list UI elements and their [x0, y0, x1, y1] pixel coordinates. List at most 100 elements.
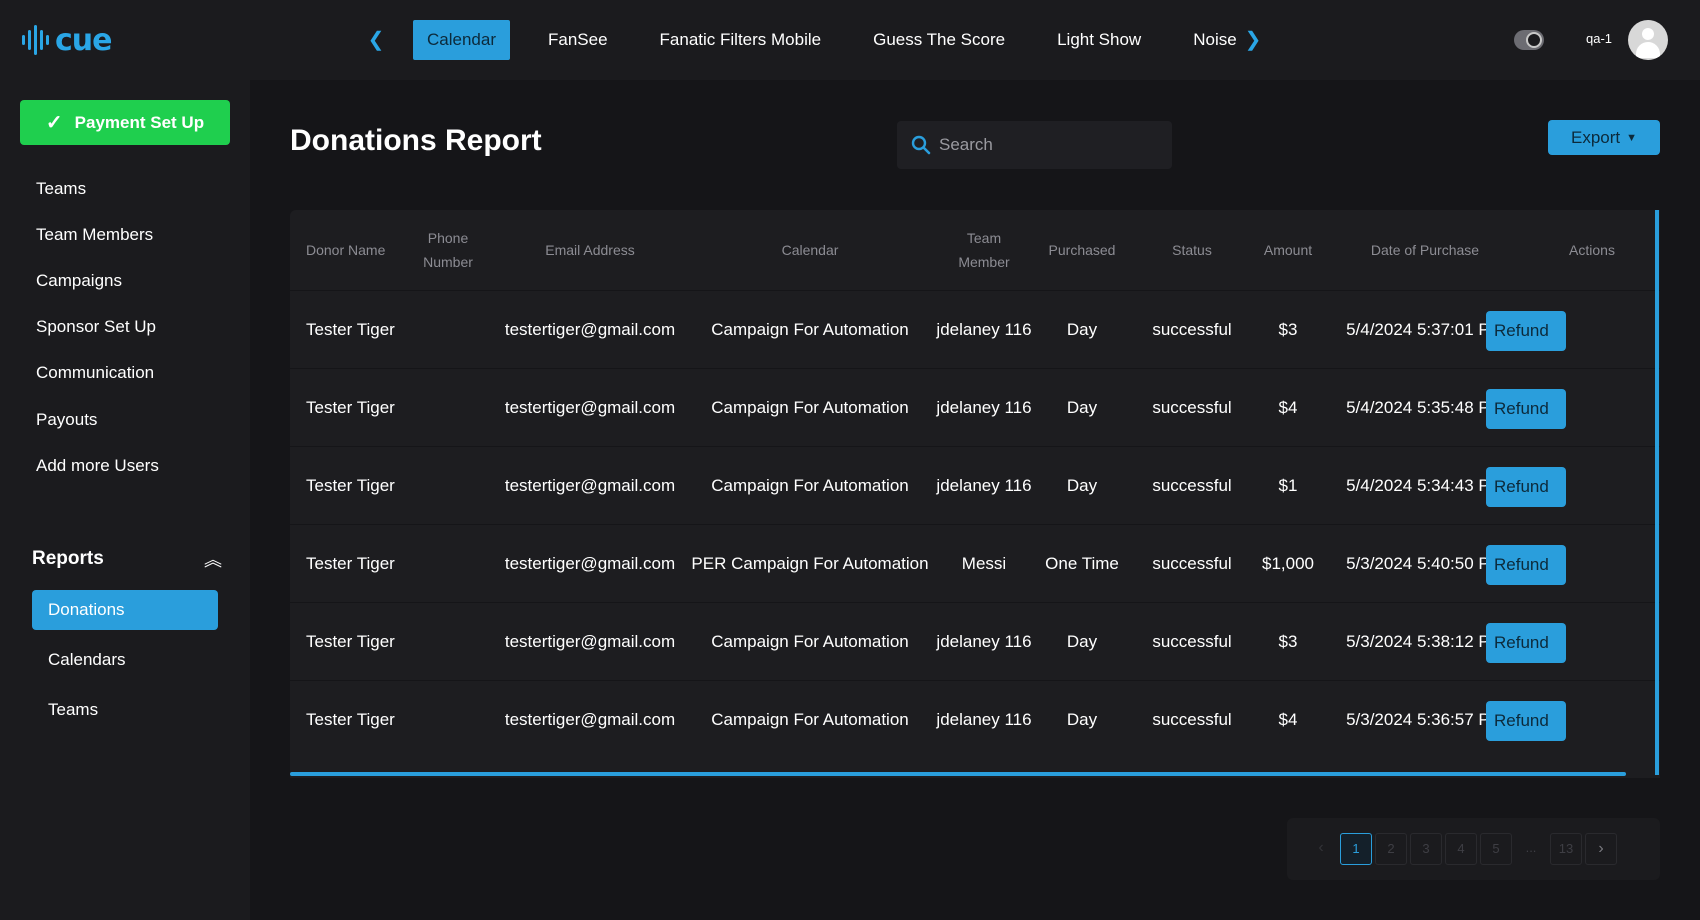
cell-calendar: Campaign For Automation — [711, 710, 909, 729]
cell-status: successful — [1152, 710, 1232, 729]
chevron-up-icon: ︽ — [204, 550, 222, 570]
page-button[interactable]: 3 — [1410, 833, 1442, 865]
refund-button[interactable]: Refund — [1486, 311, 1566, 351]
cell-calendar: Campaign For Automation — [711, 476, 909, 495]
vertical-scrollbar[interactable] — [1655, 210, 1659, 775]
cell-email-address: testertiger@gmail.com — [504, 320, 676, 339]
logo-icon — [22, 25, 49, 55]
cell-purchased: Day — [1066, 710, 1098, 729]
cell-email-address: testertiger@gmail.com — [504, 632, 676, 651]
sidebar-item-team-members[interactable]: Team Members — [36, 225, 153, 245]
cell-phone-number — [408, 525, 488, 603]
sidebar-item-donations[interactable]: Donations — [32, 590, 218, 630]
page-button[interactable]: 1 — [1340, 833, 1372, 865]
payment-set-up-button[interactable]: ✓ Payment Set Up — [20, 100, 230, 145]
tab-guess-the-score[interactable]: Guess The Score — [859, 20, 1019, 60]
sidebar-item-calendars[interactable]: Calendars — [32, 640, 218, 680]
sidebar-item-campaigns[interactable]: Campaigns — [36, 271, 122, 291]
cell-phone-number — [408, 447, 488, 525]
payment-set-up-label: Payment Set Up — [74, 112, 205, 132]
tab-fansee[interactable]: FanSee — [534, 20, 622, 60]
sidebar-item-communication[interactable]: Communication — [36, 363, 154, 383]
app-tabs: Calendar FanSee Fanatic Filters Mobile G… — [413, 20, 1240, 60]
tab-noise[interactable]: Noise — [1179, 20, 1240, 60]
tab-fanatic-filters-mobile[interactable]: Fanatic Filters Mobile — [646, 20, 836, 60]
sidebar-item-teams[interactable]: Teams — [36, 179, 86, 199]
export-label: Export — [1570, 127, 1621, 147]
cell-purchased: Day — [1066, 398, 1098, 417]
table-row: Tester Tiger testertiger@gmail.com PER Cam… — [290, 524, 1660, 602]
cell-calendar: PER Campaign For Automation — [691, 554, 929, 573]
search-box — [897, 121, 1172, 169]
top-bar: cue ❮ Calendar FanSee Fanatic Filters Mo… — [0, 0, 1700, 80]
header-purchased: Purchased — [1048, 242, 1116, 258]
tab-calendar[interactable]: Calendar — [413, 20, 510, 60]
cell-status: successful — [1152, 320, 1232, 339]
refund-button[interactable]: Refund — [1486, 389, 1566, 429]
reports-label: Reports — [32, 548, 104, 569]
tabs-next-chevron-icon[interactable]: ❯ — [1241, 26, 1265, 54]
cell-email-address: testertiger@gmail.com — [504, 476, 676, 495]
table-row: Tester Tiger testertiger@gmail.com Campaig… — [290, 368, 1660, 446]
refund-button[interactable]: Refund — [1486, 467, 1566, 507]
header-phone-number: Phone Number — [423, 230, 473, 270]
reports-section-toggle[interactable]: Reports ︽ — [32, 548, 222, 570]
cell-status: successful — [1152, 476, 1232, 495]
cell-calendar: Campaign For Automation — [711, 398, 909, 417]
sidebar-item-payouts[interactable]: Payouts — [36, 410, 97, 430]
user-name: qa-1 — [1586, 31, 1613, 46]
logo-text: cue — [55, 22, 112, 58]
cue-logo[interactable]: cue — [22, 20, 112, 60]
cell-email-address: testertiger@gmail.com — [504, 554, 676, 573]
page-prev-chevron-icon[interactable]: ‹ — [1305, 833, 1337, 865]
header-email-address: Email Address — [545, 242, 635, 258]
refund-button[interactable]: Refund — [1486, 623, 1566, 663]
page-button[interactable]: 13 — [1550, 833, 1582, 865]
tab-light-show[interactable]: Light Show — [1043, 20, 1155, 60]
avatar[interactable] — [1628, 20, 1668, 60]
cell-calendar: Campaign For Automation — [711, 320, 909, 339]
header-date-of-purchase: Date of Purchase — [1370, 242, 1480, 258]
cell-purchased: Day — [1066, 476, 1098, 495]
refund-button[interactable]: Refund — [1486, 701, 1566, 741]
cell-calendar: Campaign For Automation — [711, 632, 909, 651]
sidebar: ✓ Payment Set Up Teams Team Members Camp… — [0, 80, 250, 920]
header-amount: Amount — [1263, 242, 1313, 258]
moon-icon — [1526, 32, 1542, 48]
check-icon: ✓ — [45, 112, 63, 134]
search-icon — [911, 135, 931, 155]
caret-down-icon: ▼ — [1626, 131, 1638, 144]
cell-purchased: Day — [1066, 632, 1098, 651]
cell-status: successful — [1152, 632, 1232, 651]
page-ellipsis: ... — [1525, 840, 1537, 855]
horizontal-scrollbar[interactable] — [290, 772, 1626, 776]
tabs-prev-chevron-icon[interactable]: ❮ — [364, 26, 388, 54]
theme-toggle[interactable] — [1514, 30, 1544, 50]
cell-status: successful — [1152, 554, 1232, 573]
cell-phone-number — [408, 681, 488, 759]
export-button[interactable]: Export ▼ — [1548, 120, 1660, 155]
sidebar-item-reports-teams[interactable]: Teams — [32, 690, 218, 730]
sidebar-item-sponsor-set-up[interactable]: Sponsor Set Up — [36, 317, 156, 337]
table-row: Tester Tiger testertiger@gmail.com Campaig… — [290, 680, 1660, 758]
search-input[interactable] — [939, 121, 1164, 169]
sidebar-item-add-more-users[interactable]: Add more Users — [36, 456, 159, 476]
refund-button[interactable]: Refund — [1486, 545, 1566, 585]
page-button[interactable]: 4 — [1445, 833, 1477, 865]
page-button[interactable]: 2 — [1375, 833, 1407, 865]
cell-purchased: One Time — [1045, 554, 1119, 573]
header-calendar: Calendar — [781, 242, 839, 258]
page-next-chevron-icon[interactable]: › — [1585, 833, 1617, 865]
page-title: Donations Report — [290, 124, 542, 157]
cell-email-address: testertiger@gmail.com — [504, 710, 676, 729]
page-button[interactable]: 5 — [1480, 833, 1512, 865]
table-row: Tester Tiger testertiger@gmail.com Campaig… — [290, 290, 1660, 368]
cell-phone-number — [408, 603, 488, 681]
cell-status: successful — [1152, 398, 1232, 417]
header-status: Status — [1172, 242, 1212, 258]
cell-email-address: testertiger@gmail.com — [504, 398, 676, 417]
cell-phone-number — [408, 369, 488, 447]
table-row: Tester Tiger testertiger@gmail.com Campaig… — [290, 602, 1660, 680]
cell-purchased: Day — [1066, 320, 1098, 339]
table-row: Tester Tiger testertiger@gmail.com Campaig… — [290, 446, 1660, 524]
